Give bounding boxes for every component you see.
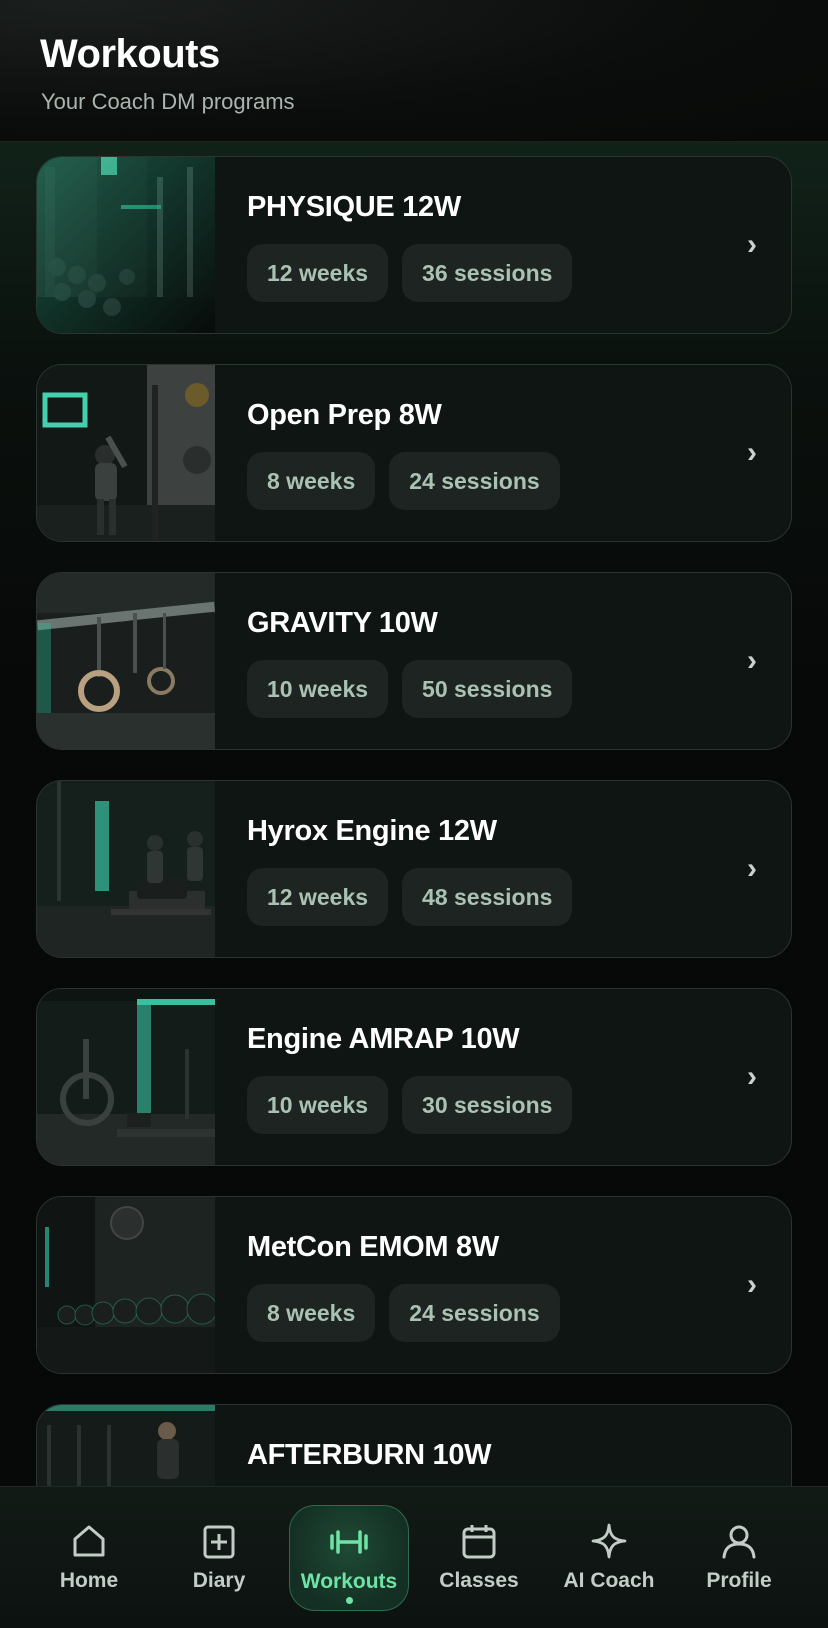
program-card[interactable]: Hyrox Engine 12W 12 weeks 48 sessions › — [36, 780, 792, 958]
home-icon — [73, 1525, 105, 1557]
sparkle-icon — [591, 1523, 627, 1559]
program-title: Open Prep 8W — [247, 399, 442, 431]
nav-label: AI Coach — [563, 1569, 655, 1592]
sessions-badge: 48 sessions — [402, 868, 573, 926]
chevron-right-icon[interactable]: › — [747, 227, 757, 263]
program-card[interactable]: PHYSIQUE 12W 12 weeks 36 sessions › — [36, 156, 792, 334]
chevron-right-icon[interactable]: › — [747, 851, 757, 887]
gym-racks-image — [37, 157, 215, 333]
chevron-right-icon[interactable]: › — [747, 1059, 757, 1095]
gymnastic-rings-image — [37, 573, 215, 749]
weeks-badge: 8 weeks — [247, 1284, 376, 1342]
weeks-badge: 10 weeks — [247, 1076, 389, 1134]
page-header: Workouts Your Coach DM programs — [0, 0, 828, 142]
dumbbell-icon — [330, 1530, 368, 1554]
nav-diary[interactable]: Diary — [159, 1505, 279, 1611]
chevron-right-icon[interactable]: › — [747, 643, 757, 679]
weeks-badge: 10 weeks — [247, 660, 389, 718]
program-list[interactable]: PHYSIQUE 12W 12 weeks 36 sessions › Open… — [0, 142, 828, 1486]
program-card[interactable]: AFTERBURN 10W — [36, 1404, 792, 1486]
page-title: Workouts — [40, 32, 220, 76]
chevron-right-icon[interactable]: › — [747, 1267, 757, 1303]
calendar-icon — [462, 1525, 496, 1559]
sessions-badge: 24 sessions — [389, 452, 560, 510]
nav-label: Diary — [192, 1569, 246, 1592]
nav-label: Classes — [439, 1569, 519, 1592]
nav-label: Workouts — [300, 1570, 398, 1593]
sessions-badge: 36 sessions — [402, 244, 573, 302]
sessions-badge: 50 sessions — [402, 660, 573, 718]
sessions-badge: 24 sessions — [389, 1284, 560, 1342]
program-title: MetCon EMOM 8W — [247, 1231, 499, 1263]
program-card[interactable]: MetCon EMOM 8W 8 weeks 24 sessions › — [36, 1196, 792, 1374]
program-title: Engine AMRAP 10W — [247, 1023, 520, 1055]
weeks-badge: 12 weeks — [247, 868, 389, 926]
active-indicator — [346, 1597, 353, 1604]
program-card[interactable]: GRAVITY 10W 10 weeks 50 sessions › — [36, 572, 792, 750]
athlete-training-image — [37, 1405, 215, 1486]
nav-classes[interactable]: Classes — [419, 1505, 539, 1611]
nav-label: Profile — [706, 1569, 772, 1592]
program-card[interactable]: Engine AMRAP 10W 10 weeks 30 sessions › — [36, 988, 792, 1166]
nav-label: Home — [59, 1569, 119, 1592]
weeks-badge: 12 weeks — [247, 244, 389, 302]
program-title: PHYSIQUE 12W — [247, 191, 461, 223]
nav-workouts[interactable]: Workouts — [289, 1505, 409, 1611]
program-title: GRAVITY 10W — [247, 607, 438, 639]
nav-profile[interactable]: Profile — [679, 1505, 799, 1611]
program-title: Hyrox Engine 12W — [247, 815, 497, 847]
athlete-wall-ball-image — [37, 365, 215, 541]
weeks-badge: 8 weeks — [247, 452, 376, 510]
nav-ai-coach[interactable]: AI Coach — [549, 1505, 669, 1611]
program-title: AFTERBURN 10W — [247, 1439, 492, 1471]
page-subtitle: Your Coach DM programs — [41, 89, 295, 114]
nav-home[interactable]: Home — [29, 1505, 149, 1611]
air-bike-rower-image — [37, 989, 215, 1165]
bottom-navigation: Home Diary Workouts Classes AI Coach Pro… — [0, 1486, 828, 1628]
program-card[interactable]: Open Prep 8W 8 weeks 24 sessions › — [36, 364, 792, 542]
sled-push-image — [37, 781, 215, 957]
kettlebells-clock-image — [37, 1197, 215, 1373]
chevron-right-icon[interactable]: › — [747, 435, 757, 471]
sessions-badge: 30 sessions — [402, 1076, 573, 1134]
user-icon — [722, 1525, 756, 1559]
diary-plus-icon — [203, 1525, 235, 1559]
